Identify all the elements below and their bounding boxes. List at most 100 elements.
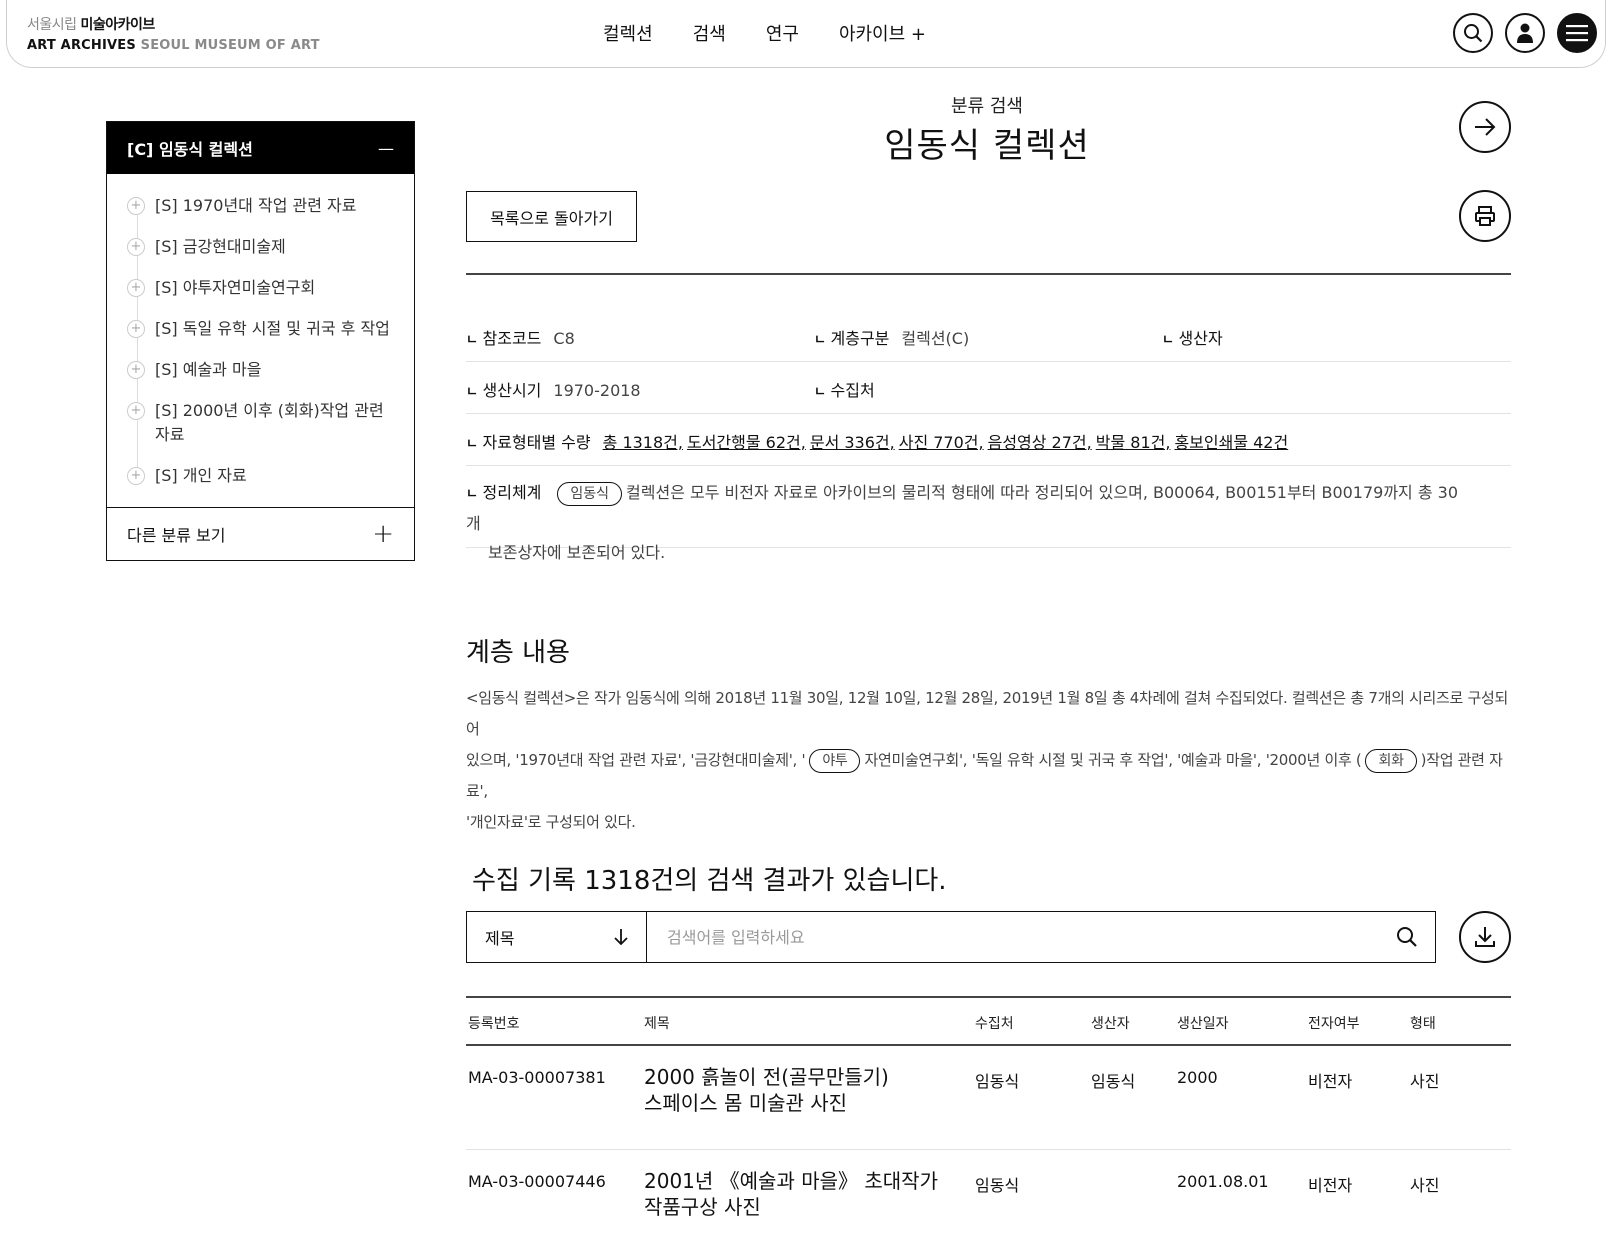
series-item[interactable]: + [S] 야투자연미술연구회 (107, 268, 414, 309)
search-field-select[interactable]: 제목 (467, 912, 647, 962)
logo-english-grey: SEOUL MUSEUM OF ART (140, 38, 320, 53)
classification-sidebar: [C] 임동식 컬렉션 — + [S] 1970년대 작업 관련 자료 + [S] … (106, 121, 415, 561)
quantity-link[interactable]: 도서간행물 62건, (687, 433, 806, 452)
term-pill[interactable]: 야투 (809, 749, 861, 773)
quantity-link[interactable]: 사진 770건, (899, 433, 984, 452)
menu-button[interactable] (1557, 13, 1597, 53)
title-line: 2000 흙놀이 전(골무만들기) (644, 1065, 889, 1089)
quantity-links: 총 1318건, 도서간행물 62건, 문서 336건, 사진 770건, 음성영상 2… (603, 429, 1293, 453)
other-classification-toggle[interactable]: 다른 분류 보기 + (107, 507, 414, 560)
cell-source: 임동식 (975, 1176, 1020, 1195)
logo-korean-plain: 서울시립 (27, 17, 81, 33)
term-pill[interactable]: 회화 (1365, 749, 1417, 773)
back-to-list-button[interactable]: 목록으로 돌아가기 (466, 191, 637, 242)
series-label: [S] 예술과 마을 (155, 360, 262, 379)
quantity-link[interactable]: 홍보인쇄물 42건 (1174, 433, 1288, 452)
expand-icon[interactable]: + (127, 279, 145, 297)
source-label: 수집처 (814, 377, 875, 401)
scope-text: 자연미술연구회', '독일 유학 시절 및 귀국 후 작업', '예술과 마을'… (864, 751, 1362, 769)
level-value: 컬렉션(C) (901, 329, 970, 348)
series-item[interactable]: + [S] 개인 자료 (107, 456, 414, 497)
search-bar: 제목 (466, 911, 1436, 963)
series-item[interactable]: + [S] 독일 유학 시절 및 귀국 후 작업 (107, 309, 414, 350)
cell-source: 임동식 (975, 1072, 1020, 1091)
series-item[interactable]: + [S] 2000년 이후 (회화)작업 관련 자료 (107, 391, 414, 456)
plus-icon: + (372, 519, 394, 549)
expand-icon[interactable]: + (127, 361, 145, 379)
quantity-field: 자료형태별 수량 총 1318건,도서간행물 62건,문서 336건,사진 77… (466, 429, 1292, 453)
term-pill[interactable]: 임동식 (557, 482, 623, 506)
search-input[interactable] (647, 912, 1379, 962)
scope-text: 있으며, '1970년대 작업 관련 자료', '금강현대미술제', ' (466, 751, 806, 769)
series-label: [S] 야투자연미술연구회 (155, 278, 316, 297)
scope-title: 계층 내용 (466, 638, 570, 668)
arrangement-label: 정리체계 (466, 483, 541, 502)
printer-icon (1475, 206, 1495, 226)
expand-icon[interactable]: + (127, 197, 145, 215)
expand-icon[interactable]: + (127, 402, 145, 420)
series-item[interactable]: + [S] 1970년대 작업 관련 자료 (107, 186, 414, 227)
search-button[interactable] (1453, 13, 1493, 53)
search-submit[interactable] (1379, 912, 1435, 962)
expand-icon[interactable]: + (127, 467, 145, 485)
level-field: 계층구분 컬렉션(C) (814, 325, 970, 349)
cell-form: 사진 (1410, 1176, 1440, 1195)
next-button[interactable] (1459, 101, 1511, 153)
site-logo[interactable]: 서울시립 미술아카이브 ART ARCHIVES SEOUL MUSEUM OF… (27, 14, 320, 53)
series-item[interactable]: + [S] 예술과 마을 (107, 350, 414, 391)
ref-code-field: 참조코드 C8 (466, 325, 575, 349)
select-value: 제목 (485, 929, 515, 948)
expand-icon[interactable]: + (127, 320, 145, 338)
quantity-link[interactable]: 문서 336건, (810, 433, 895, 452)
quantity-link[interactable]: 박물 81건, (1096, 433, 1171, 452)
print-button[interactable] (1459, 190, 1511, 242)
scope-body: <임동식 컬렉션>은 작가 임동식에 의해 2018년 11월 30일, 12월… (466, 683, 1511, 838)
producer-label: 생산자 (1162, 325, 1223, 349)
cell-id: MA-03-00007381 (468, 1068, 606, 1087)
col-producer[interactable]: 생산자 (1091, 1013, 1130, 1033)
col-electronic[interactable]: 전자여부 (1308, 1013, 1360, 1033)
cell-electronic: 비전자 (1308, 1176, 1353, 1195)
series-list: + [S] 1970년대 작업 관련 자료 + [S] 금강현대미술제 + [S] 야… (107, 174, 414, 507)
title-line: 작품구상 사진 (644, 1195, 761, 1219)
ref-code-label: 참조코드 (466, 325, 542, 349)
col-title[interactable]: 제목 (644, 1013, 670, 1033)
arrangement-field: 정리체계임동식컬렉션은 모두 비전자 자료로 아카이브의 물리적 형태에 따라 … (466, 478, 1466, 567)
quantity-link[interactable]: 음성영상 27건, (988, 433, 1092, 452)
user-icon (1517, 23, 1533, 43)
nav-research[interactable]: 연구 (766, 20, 799, 46)
scope-line: '개인자료'로 구성되어 있다. (466, 813, 636, 831)
results-table: 등록번호 제목 수집처 생산자 생산일자 전자여부 형태 MA-03-00007… (466, 996, 1511, 1247)
logo-korean-bold: 미술아카이브 (80, 17, 155, 33)
period-label: 생산시기 (466, 377, 542, 401)
producer-field: 생산자 (1162, 325, 1235, 349)
cell-id: MA-03-00007446 (468, 1172, 606, 1191)
cell-form: 사진 (1410, 1072, 1440, 1091)
col-form[interactable]: 형태 (1410, 1013, 1436, 1033)
nav-search[interactable]: 검색 (693, 20, 726, 46)
table-row[interactable]: MA-03-00007446 2001년 《예술과 마을》 초대작가 작품구상 사… (466, 1150, 1511, 1247)
col-id[interactable]: 등록번호 (468, 1013, 520, 1033)
series-item[interactable]: + [S] 금강현대미술제 (107, 227, 414, 268)
download-button[interactable] (1459, 911, 1511, 963)
period-value: 1970-2018 (553, 381, 641, 400)
nav-collection[interactable]: 컬렉션 (603, 20, 653, 46)
info-row: 생산시기 1970-2018 수집처 (466, 362, 1511, 414)
cell-producer: 임동식 (1091, 1072, 1136, 1091)
header-actions (1453, 13, 1597, 53)
title-line: 스페이스 몸 미술관 사진 (644, 1091, 848, 1115)
info-row: 정리체계임동식컬렉션은 모두 비전자 자료로 아카이브의 물리적 형태에 따라 … (466, 466, 1511, 562)
section-divider (466, 273, 1511, 275)
quantity-link[interactable]: 총 1318건, (603, 433, 683, 452)
site-header: 서울시립 미술아카이브 ART ARCHIVES SEOUL MUSEUM OF… (6, 0, 1606, 68)
quantity-label: 자료형태별 수량 (466, 429, 591, 453)
table-row[interactable]: MA-03-00007381 2000 흙놀이 전(골무만들기) 스페이스 몸 미… (466, 1046, 1511, 1150)
info-row: 참조코드 C8 계층구분 컬렉션(C) 생산자 (466, 310, 1511, 362)
cell-title[interactable]: 2000 흙놀이 전(골무만들기) 스페이스 몸 미술관 사진 (644, 1064, 944, 1116)
nav-archive[interactable]: 아카이브 + (839, 20, 926, 46)
col-date[interactable]: 생산일자 (1177, 1013, 1229, 1033)
expand-icon[interactable]: + (127, 238, 145, 256)
col-source[interactable]: 수집처 (975, 1013, 1014, 1033)
user-button[interactable] (1505, 13, 1545, 53)
cell-title[interactable]: 2001년 《예술과 마을》 초대작가 작품구상 사진 (644, 1168, 944, 1220)
